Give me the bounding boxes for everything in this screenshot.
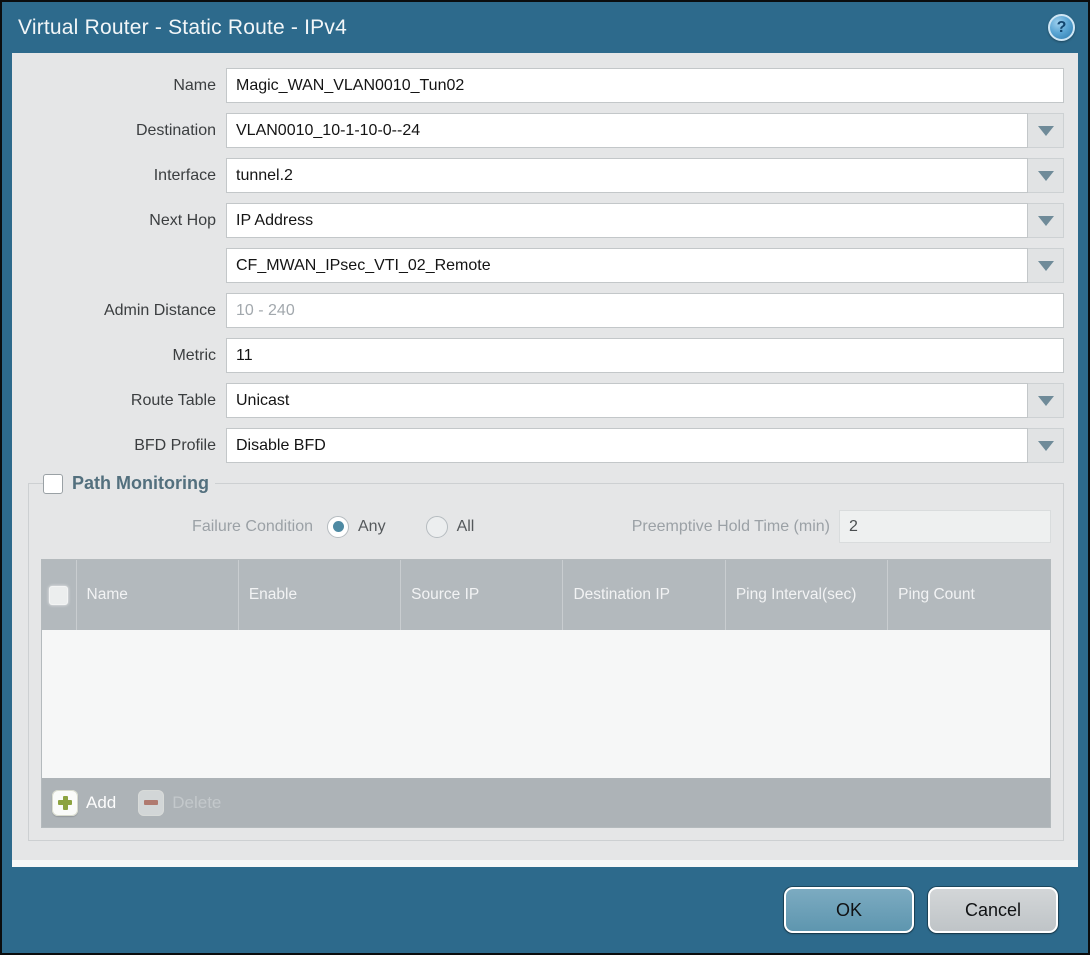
metric-input[interactable] (226, 338, 1064, 373)
delete-button: Delete (138, 790, 221, 816)
chevron-down-icon (1038, 396, 1054, 406)
bfd-profile-input[interactable] (226, 428, 1028, 463)
route-table-row: Route Table (28, 383, 1064, 418)
destination-dropdown-button[interactable] (1028, 113, 1064, 148)
bfd-profile-label: BFD Profile (28, 437, 216, 455)
admin-distance-input[interactable] (226, 293, 1064, 328)
interface-combo (226, 158, 1064, 193)
chevron-down-icon (1038, 171, 1054, 181)
failure-condition-label: Failure Condition (41, 518, 313, 536)
chevron-down-icon (1038, 441, 1054, 451)
chevron-down-icon (1038, 126, 1054, 136)
route-table-combo (226, 383, 1064, 418)
next-hop-address-combo (226, 248, 1064, 283)
empty-table-body (42, 630, 1050, 778)
failure-condition-any-radio[interactable] (327, 516, 349, 538)
question-mark-glyph: ? (1057, 20, 1067, 36)
next-hop-dropdown-button[interactable] (1028, 203, 1064, 238)
bfd-profile-row: BFD Profile (28, 428, 1064, 463)
column-header-ping-interval[interactable]: Ping Interval(sec) (725, 560, 887, 630)
destination-combo (226, 113, 1064, 148)
column-header-name[interactable]: Name (76, 560, 238, 630)
admin-distance-label: Admin Distance (28, 302, 216, 320)
empty-table-area (42, 630, 1050, 778)
name-label: Name (28, 77, 216, 95)
next-hop-row: Next Hop (28, 203, 1064, 238)
any-option-label: Any (358, 518, 386, 536)
next-hop-address-input[interactable] (226, 248, 1028, 283)
dialog-titlebar: Virtual Router - Static Route - IPv4 ? (2, 2, 1088, 53)
route-table-label: Route Table (28, 392, 216, 410)
failure-condition-all-radio[interactable] (426, 516, 448, 538)
name-input[interactable] (226, 68, 1064, 103)
all-option-label: All (457, 518, 475, 536)
column-header-enable[interactable]: Enable (238, 560, 400, 630)
destination-row: Destination (28, 113, 1064, 148)
add-button-label: Add (86, 793, 116, 813)
preemptive-hold-time-label: Preemptive Hold Time (min) (632, 518, 830, 536)
select-all-header (42, 560, 76, 630)
metric-row: Metric (28, 338, 1064, 373)
path-monitoring-table: Name Enable Source IP Destination IP Pin… (41, 559, 1051, 828)
column-header-ping-count[interactable]: Ping Count (888, 560, 1050, 630)
metric-label: Metric (28, 347, 216, 365)
next-hop-address-dropdown-button[interactable] (1028, 248, 1064, 283)
next-hop-address-row (28, 248, 1064, 283)
dialog-title: Virtual Router - Static Route - IPv4 (18, 16, 347, 40)
dialog-footer: OK Cancel (2, 867, 1088, 953)
plus-icon (52, 790, 78, 816)
ok-button[interactable]: OK (784, 887, 914, 933)
dialog-body: Name Destination Interface Next Hop (12, 53, 1078, 867)
help-icon[interactable]: ? (1048, 14, 1075, 41)
path-monitoring-checkbox[interactable] (43, 474, 63, 494)
minus-icon (138, 790, 164, 816)
delete-button-label: Delete (172, 793, 221, 813)
bfd-profile-combo (226, 428, 1064, 463)
table-toolbar: Add Delete (42, 778, 1050, 827)
admin-distance-row: Admin Distance (28, 293, 1064, 328)
name-row: Name (28, 68, 1064, 103)
interface-row: Interface (28, 158, 1064, 193)
column-header-source-ip[interactable]: Source IP (401, 560, 563, 630)
static-route-dialog: Virtual Router - Static Route - IPv4 ? N… (0, 0, 1090, 955)
select-all-checkbox[interactable] (49, 586, 68, 605)
route-table-dropdown-button[interactable] (1028, 383, 1064, 418)
add-button[interactable]: Add (52, 790, 116, 816)
destination-label: Destination (28, 122, 216, 140)
cancel-button[interactable]: Cancel (928, 887, 1058, 933)
route-table-input[interactable] (226, 383, 1028, 418)
path-monitoring-legend: Path Monitoring (43, 473, 215, 494)
table-header-row: Name Enable Source IP Destination IP Pin… (42, 560, 1050, 630)
chevron-down-icon (1038, 216, 1054, 226)
chevron-down-icon (1038, 261, 1054, 271)
preemptive-hold-time-input[interactable] (839, 510, 1051, 543)
destination-input[interactable] (226, 113, 1028, 148)
path-monitoring-title: Path Monitoring (72, 473, 209, 494)
next-hop-type-input[interactable] (226, 203, 1028, 238)
failure-condition-row: Failure Condition Any All Preemptive Hol… (41, 510, 1051, 543)
path-monitoring-section: Path Monitoring Failure Condition Any Al… (28, 473, 1064, 841)
interface-input[interactable] (226, 158, 1028, 193)
bfd-profile-dropdown-button[interactable] (1028, 428, 1064, 463)
next-hop-combo (226, 203, 1064, 238)
interface-dropdown-button[interactable] (1028, 158, 1064, 193)
next-hop-label: Next Hop (28, 212, 216, 230)
interface-label: Interface (28, 167, 216, 185)
column-header-destination-ip[interactable]: Destination IP (563, 560, 725, 630)
